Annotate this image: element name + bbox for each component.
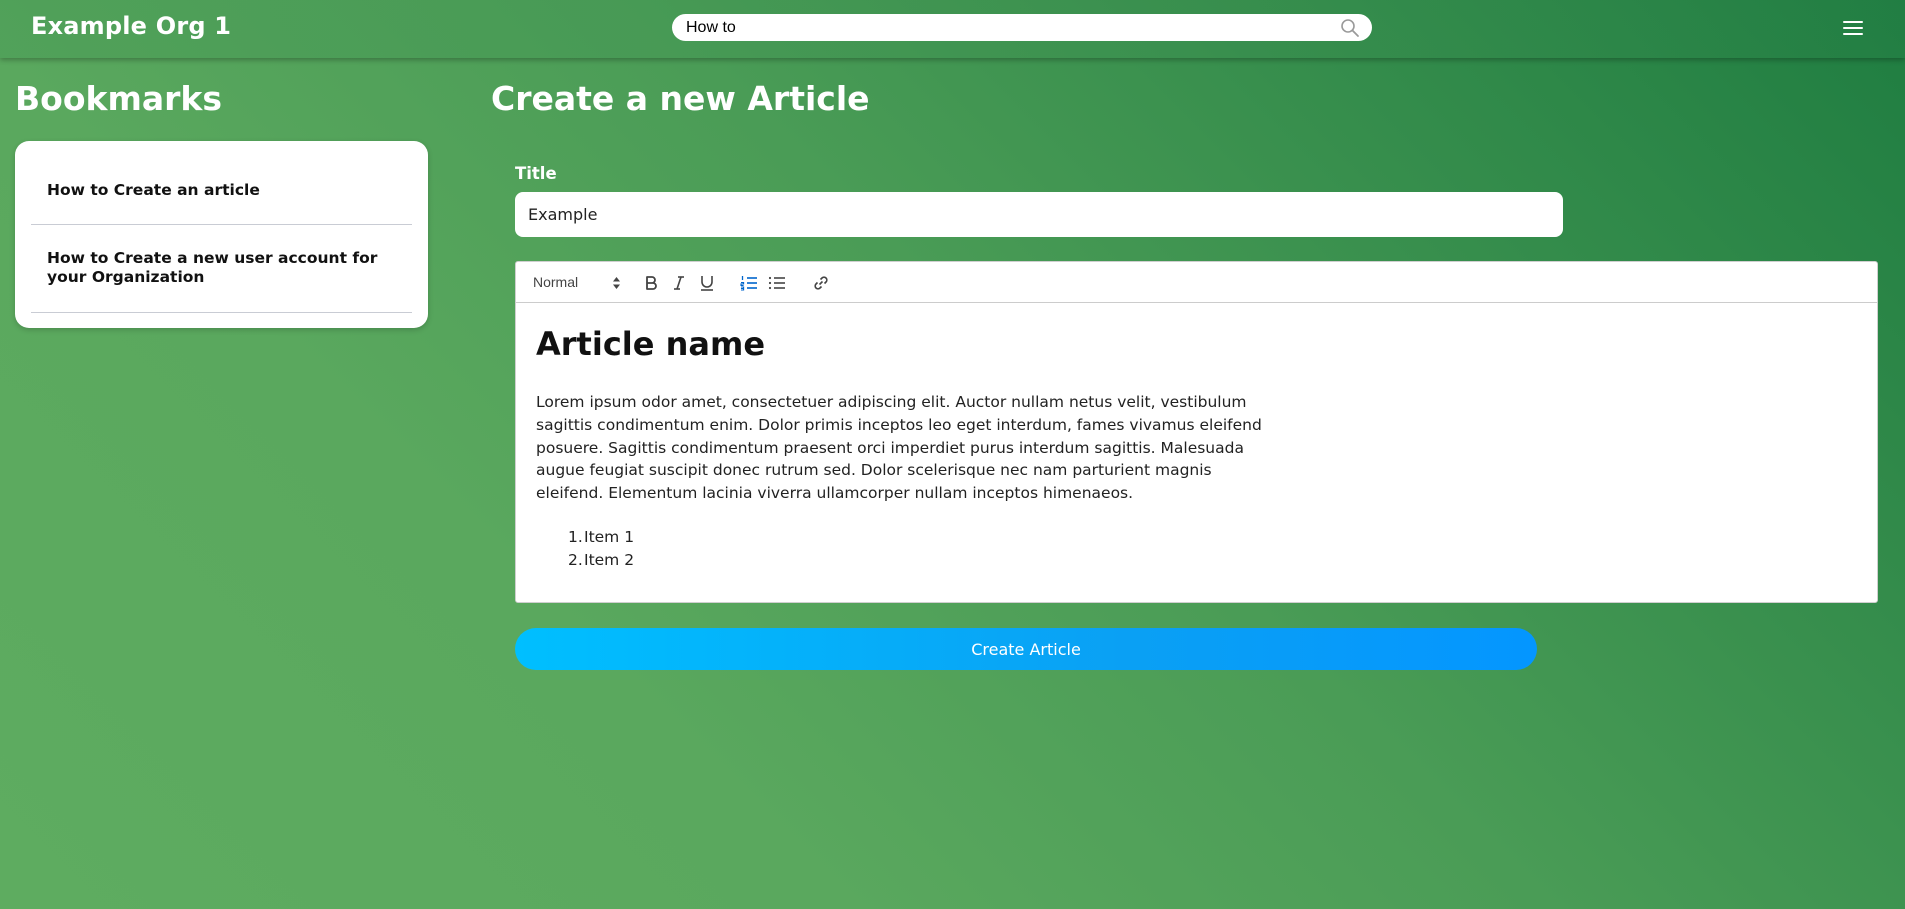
bold-icon[interactable] — [641, 273, 661, 293]
article-ordered-list[interactable]: 1. Item 1 2. Item 2 — [536, 526, 634, 572]
bookmarks-heading: Bookmarks — [15, 79, 222, 118]
paragraph-line: posuere. Sagittis condimentum praesent o… — [536, 438, 1244, 457]
page-title: Create a new Article — [491, 79, 870, 118]
paragraph-line: Lorem ipsum odor amet, consectetuer adip… — [536, 393, 1247, 411]
bookmark-label[interactable]: How to Create a new user account for you… — [47, 249, 377, 287]
paragraph-line: sagittis condimentum enim. Dolor primis … — [536, 415, 1262, 434]
ordered-list-icon[interactable] — [739, 273, 759, 293]
bookmark-label[interactable]: How to Create an article — [47, 181, 260, 200]
title-input[interactable] — [515, 192, 1563, 237]
bookmark-item-create-article[interactable]: How to Create an article — [31, 157, 412, 225]
rich-text-editor[interactable]: Normal Article name Lorem ipsum odor ame… — [515, 261, 1878, 603]
paragraph-line: augue feugiat suscipit donec rutrum sed.… — [536, 461, 1212, 480]
search-icon[interactable] — [1340, 18, 1360, 38]
list-item[interactable]: 1. Item 1 — [536, 526, 634, 549]
bookmark-item-create-user-account[interactable]: How to Create a new user account for you… — [31, 225, 412, 313]
bookmarks-card: How to Create an article How to Create a… — [15, 141, 428, 328]
paragraph-line: eleifend. Elementum lacinia viverra ulla… — [536, 484, 1134, 503]
top-bar: Example Org 1 — [0, 0, 1905, 58]
title-label: Title — [515, 164, 557, 183]
list-item-text: Item 1 — [584, 528, 635, 546]
list-item-text: Item 2 — [584, 551, 635, 569]
hamburger-menu-icon[interactable] — [1842, 17, 1864, 39]
italic-icon[interactable] — [669, 273, 689, 293]
article-paragraph[interactable]: Lorem ipsum odor amet, consectetuer adip… — [536, 391, 1296, 505]
create-article-button[interactable]: Create Article — [515, 628, 1537, 670]
bookmark-label-line1: How to Create a new user account for — [47, 249, 378, 267]
link-icon[interactable] — [811, 273, 831, 293]
format-select-value: Normal — [533, 274, 579, 290]
list-item-number: 1. — [568, 528, 583, 546]
bullet-list-icon[interactable] — [767, 273, 787, 293]
org-name[interactable]: Example Org 1 — [31, 12, 231, 40]
underline-icon[interactable] — [697, 273, 717, 293]
list-item-number: 2. — [568, 551, 583, 569]
bookmark-label-line2: your Organization — [47, 268, 205, 286]
list-item[interactable]: 2. Item 2 — [536, 549, 634, 572]
format-select[interactable]: Normal — [533, 273, 623, 293]
search-bar[interactable] — [672, 14, 1372, 41]
editor-toolbar: Normal — [516, 262, 1877, 303]
article-heading[interactable]: Article name — [536, 325, 765, 363]
select-arrows-icon — [613, 277, 620, 289]
search-input[interactable] — [686, 17, 1326, 38]
